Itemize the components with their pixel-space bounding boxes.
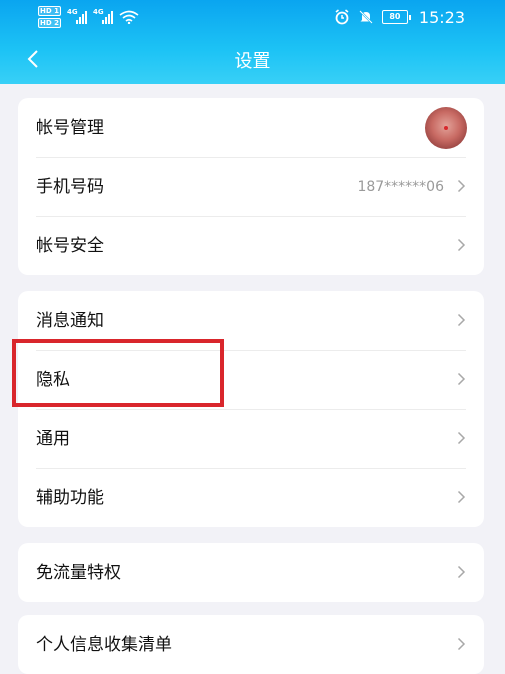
settings-item-label: 通用 bbox=[36, 429, 70, 449]
status-left-indicators: HD 1 HD 2 4G 4G bbox=[38, 3, 139, 31]
settings-item-label: 帐号管理 bbox=[36, 118, 104, 138]
hd-badges: HD 1 HD 2 bbox=[38, 6, 61, 28]
settings-item-personal-info-list[interactable]: 个人信息收集清单 bbox=[18, 615, 484, 674]
hd-badge: HD 1 bbox=[38, 6, 61, 16]
status-time: 15:23 bbox=[418, 7, 465, 27]
settings-item-account-management[interactable]: 帐号管理 bbox=[18, 98, 484, 157]
chevron-right-icon bbox=[457, 372, 466, 386]
chevron-right-icon bbox=[457, 637, 466, 651]
battery-icon: 80 bbox=[381, 10, 411, 24]
avatar[interactable] bbox=[425, 107, 467, 149]
chevron-right-icon bbox=[457, 431, 466, 445]
signal-icon: 4G bbox=[66, 8, 87, 24]
settings-item-label: 个人信息收集清单 bbox=[36, 635, 172, 655]
highlight-box bbox=[12, 339, 224, 407]
status-bar: HD 1 HD 2 4G 4G 80 15:23 bbox=[0, 0, 505, 34]
settings-group-personal-info: 个人信息收集清单 bbox=[18, 615, 484, 674]
wifi-icon bbox=[119, 10, 139, 24]
hd-badge: HD 2 bbox=[38, 18, 61, 28]
settings-item-general[interactable]: 通用 bbox=[18, 409, 484, 468]
settings-item-label: 消息通知 bbox=[36, 311, 104, 331]
settings-item-account-security[interactable]: 帐号安全 bbox=[18, 216, 484, 275]
settings-item-label: 手机号码 bbox=[36, 177, 104, 197]
alarm-icon bbox=[335, 9, 349, 25]
settings-group-general: 消息通知 隐私 通用 辅助功能 bbox=[18, 291, 484, 527]
chevron-right-icon bbox=[457, 490, 466, 504]
page-title: 设置 bbox=[234, 51, 271, 72]
settings-item-accessibility[interactable]: 辅助功能 bbox=[18, 468, 484, 527]
mute-icon bbox=[359, 10, 373, 24]
app-header: HD 1 HD 2 4G 4G 80 15:23 设置 bbox=[0, 0, 505, 84]
settings-item-label: 辅助功能 bbox=[36, 488, 104, 508]
chevron-right-icon bbox=[457, 238, 466, 252]
chevron-right-icon bbox=[457, 179, 466, 193]
settings-item-phone-number[interactable]: 手机号码 187******06 bbox=[18, 157, 484, 216]
settings-item-label: 免流量特权 bbox=[36, 563, 121, 583]
settings-item-data-free-privilege[interactable]: 免流量特权 bbox=[18, 543, 484, 602]
status-right-indicators: 80 15:23 bbox=[334, 5, 465, 29]
chevron-right-icon bbox=[457, 313, 466, 327]
navigation-bar: 设置 bbox=[0, 34, 505, 84]
chevron-right-icon bbox=[457, 565, 466, 579]
network-type-label: 4G bbox=[92, 8, 104, 16]
phone-number-value: 187******06 bbox=[357, 179, 444, 195]
signal-icon: 4G bbox=[92, 8, 113, 24]
settings-item-label: 帐号安全 bbox=[36, 236, 104, 256]
network-type-label: 4G bbox=[66, 8, 78, 16]
battery-level: 80 bbox=[381, 10, 408, 24]
settings-group-data-free: 免流量特权 bbox=[18, 543, 484, 602]
settings-group-account: 帐号管理 手机号码 187******06 帐号安全 bbox=[18, 98, 484, 275]
